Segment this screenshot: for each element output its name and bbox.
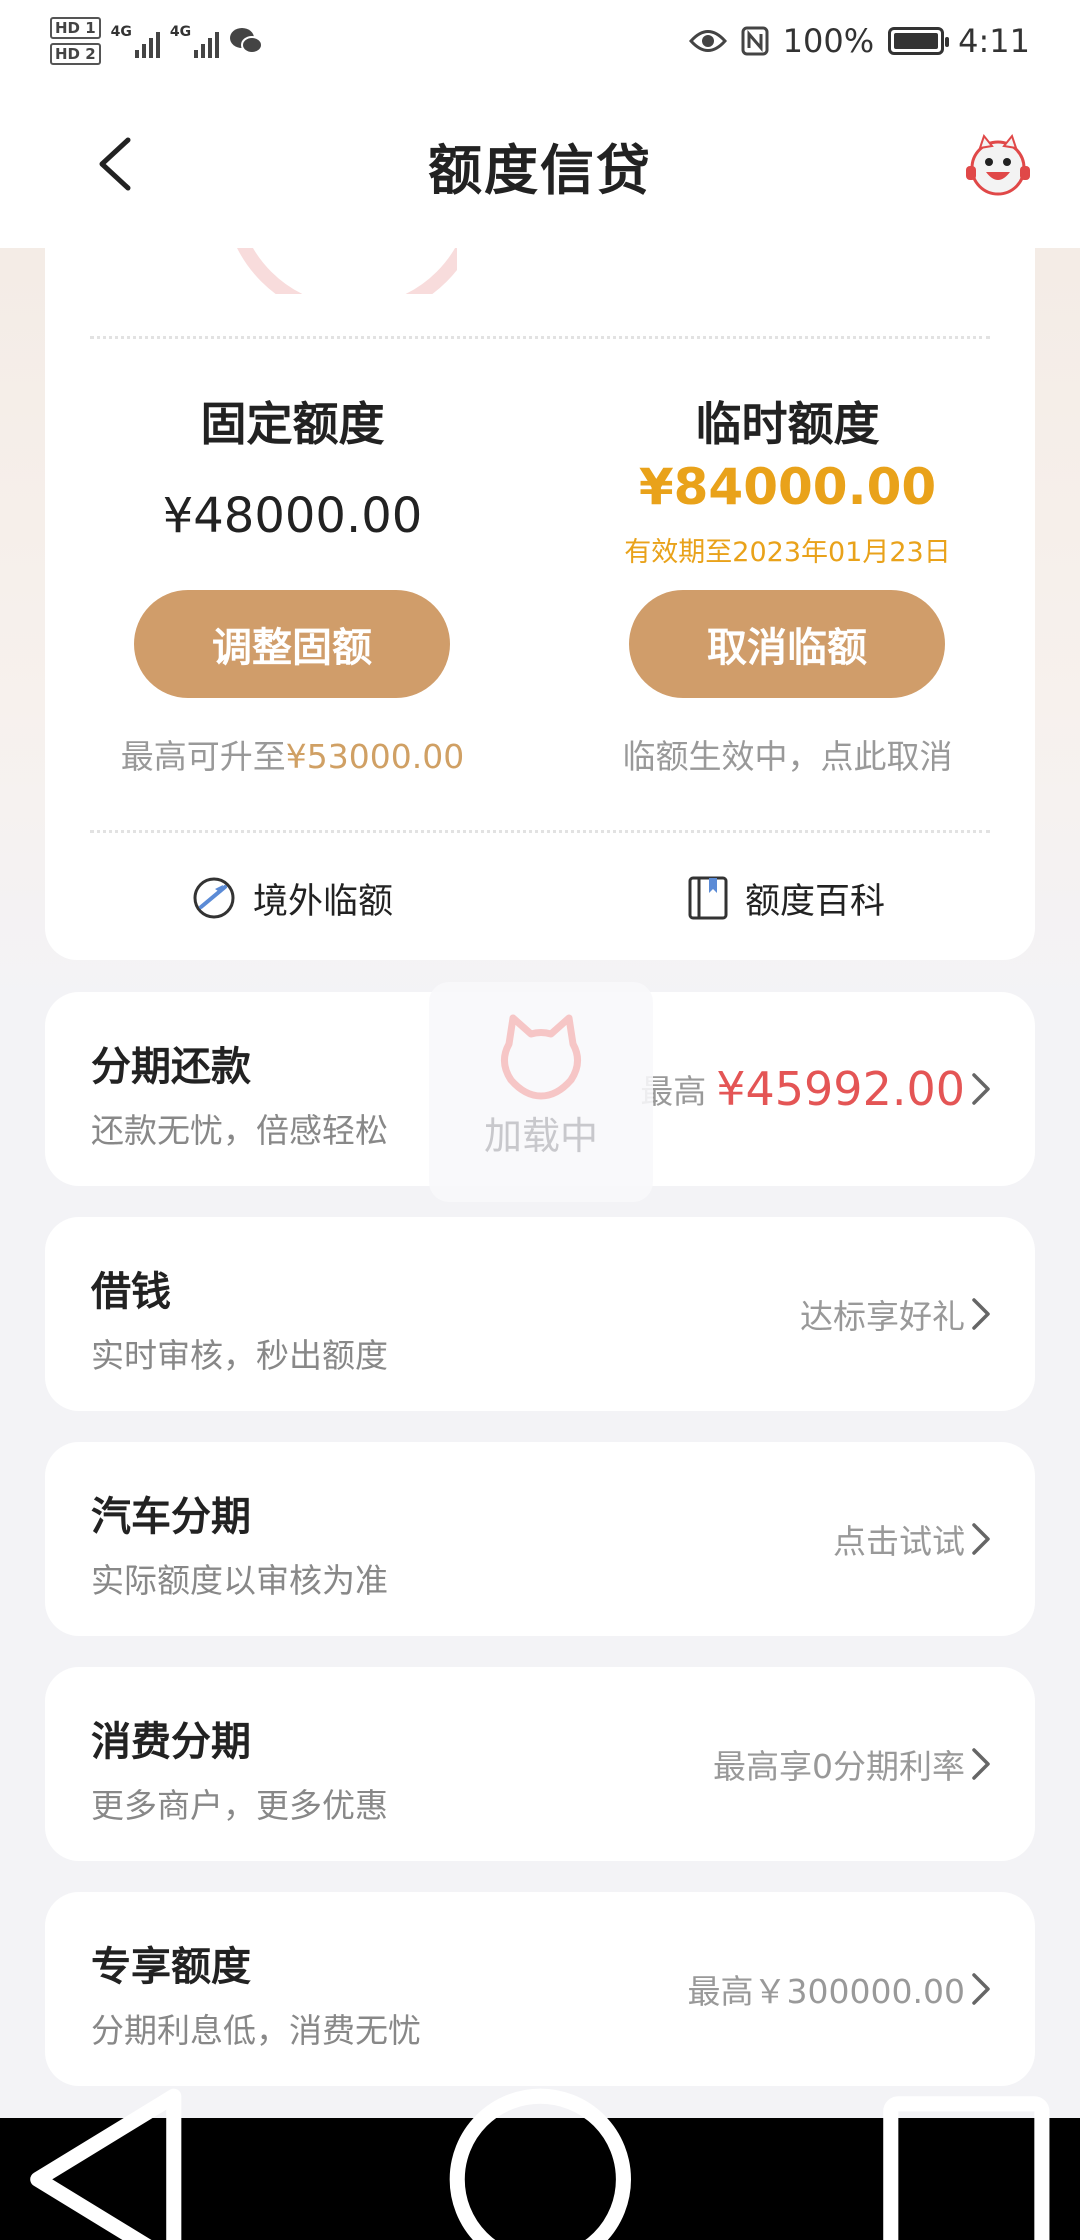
mascot-assistant-icon[interactable] [962, 130, 1034, 202]
temporary-limit-title: 临时额度 [695, 397, 880, 451]
car-installment-card[interactable]: 汽车分期 实际额度以审核为准 点击试试 [45, 1442, 1035, 1636]
eye-icon [688, 30, 727, 52]
page-title: 额度信贷 [428, 138, 652, 202]
back-arrow-icon[interactable] [88, 134, 148, 194]
item-subtitle: 实际额度以审核为准 [91, 1561, 388, 1600]
plane-globe-icon [193, 877, 235, 919]
max-limit-amount: ¥53000.00 [285, 737, 465, 776]
battery-percent: 100% [782, 22, 875, 60]
hd-indicators: HD 1 HD 2 [50, 17, 101, 65]
overseas-link-label: 境外临额 [253, 881, 394, 922]
consumer-installment-card[interactable]: 消费分期 更多商户，更多优惠 最高享0分期利率 [45, 1667, 1035, 1861]
wechat-icon [230, 28, 264, 54]
cancel-temporary-hint[interactable]: 临额生效中，点此取消 [540, 730, 1035, 778]
overseas-temporary-limit-link[interactable]: 境外临额 [191, 870, 393, 926]
borrow-money-card[interactable]: 借钱 实时审核，秒出额度 达标享好礼 [45, 1217, 1035, 1411]
fixed-limit-amount: ¥48000.00 [162, 488, 423, 544]
item-title: 专享额度 [91, 1944, 251, 1990]
divider [90, 336, 990, 339]
hd1-indicator: HD 1 [50, 17, 101, 39]
item-title: 消费分期 [91, 1719, 251, 1765]
status-right: 100% 4:11 [688, 22, 1030, 60]
item-right-text: 达标享好礼 [800, 1297, 965, 1336]
clock: 4:11 [958, 22, 1030, 60]
back-triangle-icon[interactable] [0, 2066, 227, 2240]
loading-text: 加载中 [483, 1114, 598, 1158]
status-bar: HD 1 HD 2 4G 4G 100% 4:11 [0, 0, 1080, 82]
item-right-text: 最高￥300000.00 [687, 1972, 965, 2011]
temporary-limit-amount: ¥84000.00 [638, 458, 937, 516]
item-subtitle: 实时审核，秒出额度 [91, 1336, 388, 1375]
item-subtitle: 更多商户，更多优惠 [91, 1786, 388, 1825]
system-navigation-bar [0, 2088, 1080, 2240]
signal-icon-1: 4G [111, 24, 160, 58]
chevron-right-icon [972, 1973, 990, 2005]
book-icon [688, 876, 728, 920]
chevron-right-icon [972, 1298, 990, 1330]
item-subtitle: 分期利息低，消费无忧 [91, 2011, 421, 2050]
chevron-right-icon [972, 1073, 990, 1105]
item-subtitle: 还款无忧，倍感轻松 [91, 1111, 388, 1150]
temporary-limit-validity: 有效期至2023年01月23日 [624, 537, 951, 568]
item-right-text: 最高 ¥45992.00 [640, 1062, 965, 1116]
signal-icon-2: 4G [170, 24, 220, 58]
item-right-text: 点击试试 [833, 1522, 965, 1561]
chevron-right-icon [972, 1748, 990, 1780]
nav-bar: 额度信贷 [0, 82, 1080, 248]
credit-gauge-arc [223, 248, 457, 294]
hd2-indicator: HD 2 [50, 43, 101, 65]
home-circle-icon[interactable] [427, 2066, 654, 2240]
loading-overlay: 加载中 [429, 982, 653, 1202]
divider [90, 830, 990, 833]
item-title: 汽车分期 [91, 1494, 251, 1540]
item-title: 借钱 [91, 1269, 171, 1315]
credit-limit-card: 固定额度 ¥48000.00 调整固额 最高可升至¥53000.00 临时额度 … [45, 248, 1035, 960]
item-right-text: 最高享0分期利率 [713, 1747, 965, 1786]
nfc-icon [741, 26, 769, 56]
recents-square-icon[interactable] [853, 2066, 1080, 2240]
cancel-temporary-limit-button[interactable]: 取消临额 [629, 590, 945, 698]
status-left: HD 1 HD 2 4G 4G [50, 17, 264, 65]
exclusive-limit-card[interactable]: 专享额度 分期利息低，消费无忧 最高￥300000.00 [45, 1892, 1035, 2086]
max-installment-amount: ¥45992.00 [716, 1062, 965, 1116]
chevron-right-icon [972, 1523, 990, 1555]
fixed-limit-title: 固定额度 [200, 397, 385, 451]
item-title: 分期还款 [91, 1044, 251, 1090]
cat-loading-icon [501, 1014, 581, 1100]
limit-encyclopedia-link[interactable]: 额度百科 [687, 870, 885, 926]
battery-icon [888, 27, 950, 55]
encyclopedia-link-label: 额度百科 [745, 881, 886, 922]
adjust-fixed-limit-button[interactable]: 调整固额 [134, 590, 450, 698]
fixed-limit-hint: 最高可升至¥53000.00 [120, 737, 465, 776]
